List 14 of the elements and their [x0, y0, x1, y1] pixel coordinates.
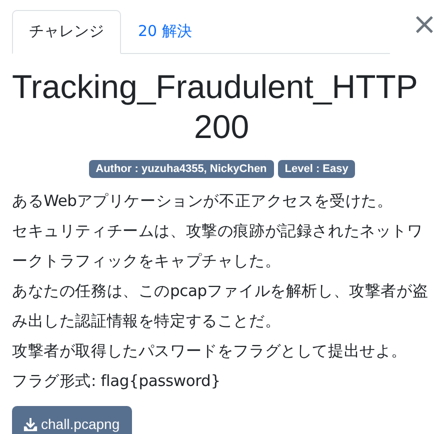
challenge-points: 200 [194, 108, 250, 146]
tag-badge: Level : Easy [278, 160, 356, 178]
tab[interactable]: 20 解決 [121, 10, 209, 54]
tab[interactable]: チャレンジ [12, 10, 121, 54]
description-text: あるWebアプリケーションが不正アクセスを受けた。 [12, 191, 394, 212]
close-button[interactable]: × [406, 12, 443, 38]
description-text: フラグ形式: flag{password} [12, 371, 222, 392]
challenge-title: Tracking_Fraudulent_HTTP [12, 68, 418, 106]
tag-badge: Author : yuzuha4355, NickyChen [88, 160, 274, 178]
download-button[interactable]: chall.pcapng [12, 406, 132, 434]
description-text: 攻撃者が取得したパスワードをフラグとして提出せよ。 [12, 341, 408, 362]
description-text: あなたの任務は、このpcapファイルを解析し、攻撃者が盗み出した認証情報を特定することだ。 [12, 281, 430, 332]
description-text: セキュリティチームは、攻撃の痕跡が記録されたネットワークトラフィックをキャプチャした。 [12, 221, 424, 272]
download-icon [23, 416, 38, 432]
